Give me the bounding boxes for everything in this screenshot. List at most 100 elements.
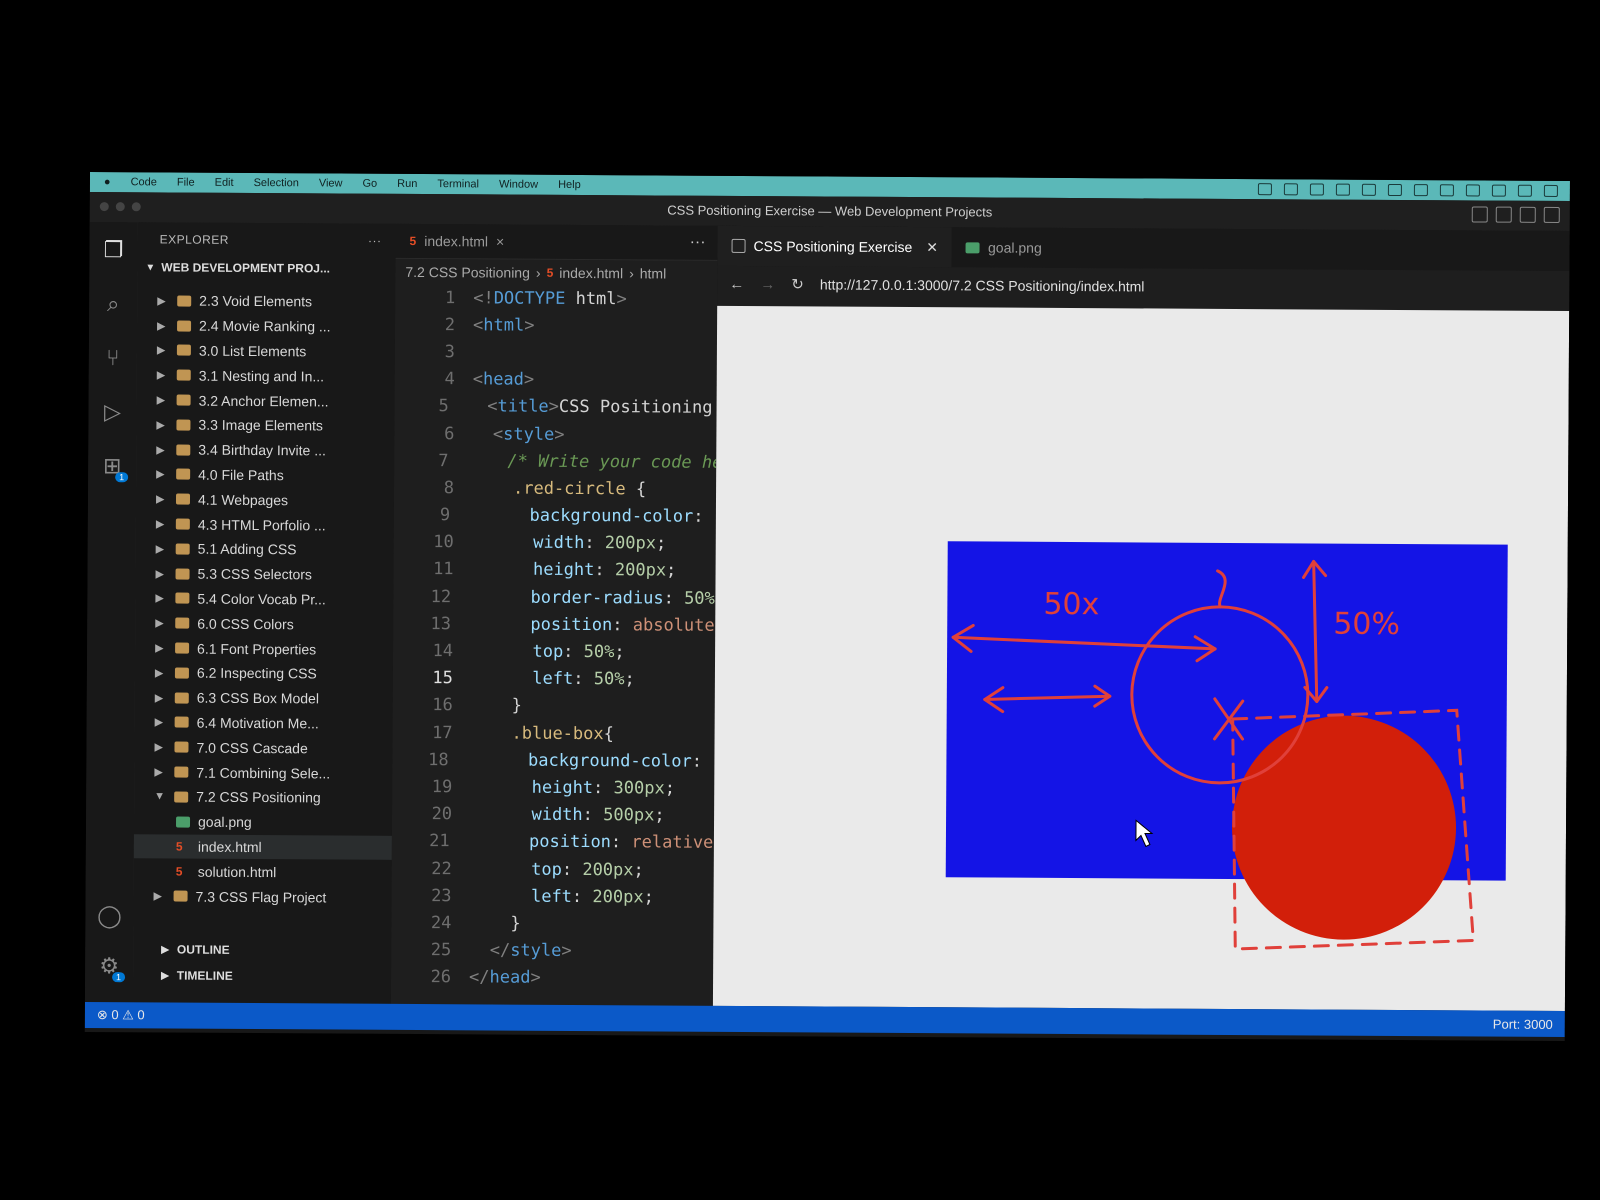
preview-navbar: ← → ↻ http://127.0.0.1:3000/7.2 CSS Posi… [717,266,1569,307]
tree-folder[interactable]: ▶ 4.0 File Paths [136,462,394,488]
code-line: 11 height: 200px; [393,556,715,585]
tree-folder[interactable]: ▶ 3.4 Birthday Invite ... [136,437,394,463]
explorer-icon[interactable]: ❐ [99,236,127,264]
forward-arrow-icon[interactable]: → [760,276,775,293]
minimize-window-button[interactable] [115,202,125,212]
menu-file[interactable]: File [177,177,195,189]
tree-folder[interactable]: ▶ 4.1 Webpages [136,487,394,513]
apple-icon[interactable]: ● [104,176,111,188]
status-icon[interactable] [1517,184,1532,197]
tree-item-label: index.html [197,838,262,855]
tree-folder[interactable]: ▶ 3.2 Anchor Elemen... [137,387,395,413]
tree-folder[interactable]: ▶ 3.3 Image Elements [136,412,394,438]
status-icon[interactable] [1439,184,1454,197]
status-icon[interactable] [1543,184,1558,197]
tab-preview[interactable]: CSS Positioning Exercise ✕ [717,225,953,268]
code-token: 50% [684,588,715,609]
toggle-sidebar-icon[interactable] [1471,206,1488,223]
line-number: 24 [430,913,452,934]
status-icon[interactable] [1335,183,1350,196]
folder-icon [175,592,190,605]
tree-folder[interactable]: ▶ 7.1 Combining Sele... [134,759,392,785]
tree-folder[interactable]: ▶ 3.1 Nesting and In... [137,363,395,389]
code-token: : [563,641,584,663]
line-text: position: absolute; [469,614,715,636]
tree-folder[interactable]: ▶ 6.2 Inspecting CSS [135,660,393,686]
status-icon[interactable] [1491,184,1506,197]
tab-index-html[interactable]: 5 index.html × [395,224,518,259]
tab-goal-png[interactable]: goal.png [952,227,1056,268]
timeline-section[interactable]: ▶ TIMELINE [133,964,391,988]
close-icon[interactable]: × [496,233,504,249]
url-bar[interactable]: http://127.0.0.1:3000/7.2 CSS Positionin… [820,276,1145,294]
tree-folder[interactable]: ▶ 6.1 Font Properties [135,635,393,661]
code-line: 7 /* Write your code here [394,447,716,476]
toggle-panel-icon[interactable] [1495,206,1512,223]
status-icon[interactable] [1387,183,1402,197]
tree-file[interactable]: 5 solution.html [134,859,392,885]
code-token: left [530,886,573,907]
menu-go[interactable]: Go [362,178,377,190]
gear-icon[interactable]: ⚙ 1 [95,952,126,983]
source-control-icon[interactable]: ⑂ [99,344,127,372]
customize-layout-icon[interactable] [1543,206,1560,223]
tree-folder[interactable]: ▶ 7.0 CSS Cascade [134,735,392,761]
editor-more-icon[interactable]: ··· [690,234,706,252]
tree-folder[interactable]: ▶ 6.0 CSS Colors [135,611,393,637]
tree-file[interactable]: goal.png [134,809,392,835]
account-icon[interactable]: ◯ [95,902,123,930]
tree-folder[interactable]: ▶ 5.3 CSS Selectors [135,561,393,587]
problems-indicator[interactable]: ⊗ 0 ⚠ 0 [97,1007,145,1023]
tree-folder[interactable]: ▶ 5.4 Color Vocab Pr... [135,586,393,612]
line-text: .red-circle { [472,478,646,499]
more-actions-icon[interactable]: ··· [368,234,382,248]
status-icon[interactable] [1413,184,1428,197]
menu-terminal[interactable]: Terminal [437,178,479,190]
tree-folder[interactable]: ▶ 3.0 List Elements [137,338,395,364]
breadcrumb-file[interactable]: index.html [559,265,623,281]
menu-view[interactable]: View [319,177,343,189]
menu-code[interactable]: Code [131,176,157,188]
folder-icon [176,369,191,381]
tree-folder[interactable]: ▶ 6.4 Motivation Me... [135,710,393,736]
folder-icon [176,469,191,481]
menu-help[interactable]: Help [558,179,581,191]
tree-folder[interactable]: ▼ 7.2 CSS Positioning [134,784,392,810]
maximize-window-button[interactable] [131,202,141,212]
breadcrumb-symbol[interactable]: html [640,265,667,281]
line-text: } [469,913,520,933]
code-area[interactable]: 1 <!DOCTYPE html> 2 <html> 3 4 <head> 5 <title>… [391,284,717,993]
port-indicator[interactable]: Port: 3000 [1493,1016,1553,1031]
tree-folder[interactable]: ▶ 4.3 HTML Porfolio ... [136,511,394,537]
search-icon[interactable]: ⌕ [99,290,127,318]
outline-section[interactable]: ▶ OUTLINE [133,938,391,962]
status-icon[interactable] [1283,183,1298,196]
tree-folder[interactable]: ▶ 5.1 Adding CSS [136,536,394,562]
tree-folder[interactable]: ▶ 7.3 CSS Flag Project [134,883,392,909]
menu-selection[interactable]: Selection [254,177,299,189]
toggle-secondary-sidebar-icon[interactable] [1519,206,1536,223]
close-window-button[interactable] [99,202,109,212]
tree-folder[interactable]: ▶ 2.4 Movie Ranking ... [137,313,395,339]
menu-edit[interactable]: Edit [215,177,234,189]
menu-run[interactable]: Run [397,178,417,190]
code-token: : [584,533,605,554]
status-icon[interactable] [1465,184,1480,197]
run-debug-icon[interactable]: ▷ [98,398,126,426]
tree-file[interactable]: 5 index.html [133,833,392,861]
tree-folder[interactable]: ▶ 6.3 CSS Box Model [135,685,393,711]
reload-icon[interactable]: ↻ [791,275,804,293]
breadcrumb-folder[interactable]: 7.2 CSS Positioning [405,264,530,281]
status-icon[interactable] [1361,183,1376,196]
extensions-icon[interactable]: ⊞ 1 [98,452,129,483]
workspace-section[interactable]: ▼ WEB DEVELOPMENT PROJ... [137,256,395,280]
menu-window[interactable]: Window [499,178,538,190]
code-token: relative [631,832,714,854]
line-number: 10 [433,532,454,553]
close-icon[interactable]: ✕ [926,239,938,256]
back-arrow-icon[interactable]: ← [729,275,744,292]
tree-folder[interactable]: ▶ 2.3 Void Elements [137,288,395,314]
status-icon[interactable] [1257,183,1272,196]
status-icon[interactable] [1309,183,1324,196]
